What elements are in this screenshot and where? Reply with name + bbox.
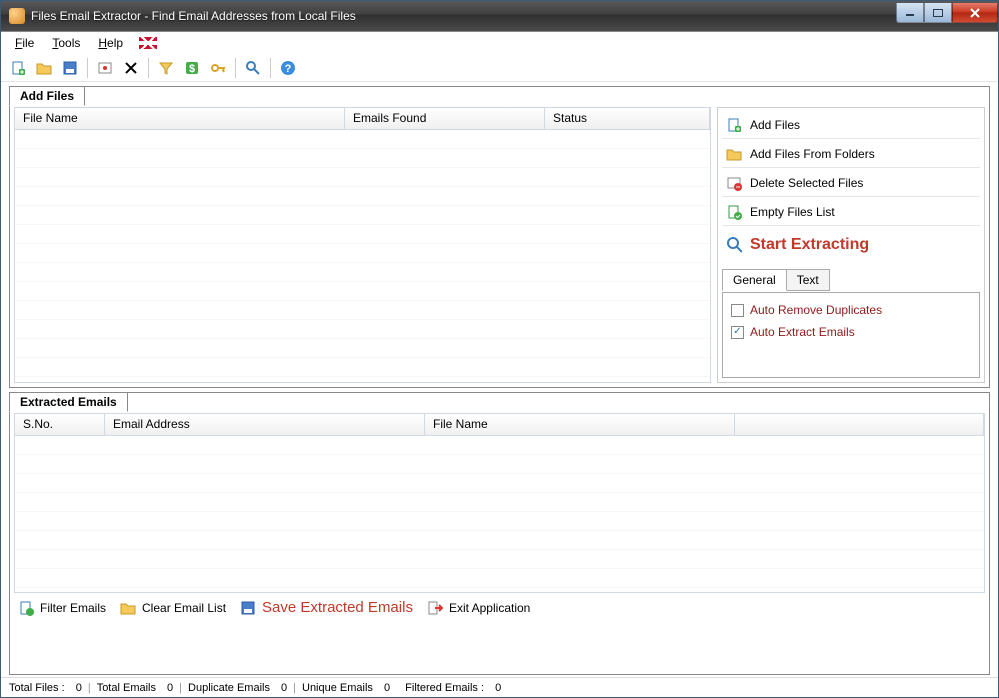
add-file-icon[interactable] bbox=[7, 57, 29, 79]
status-uniq-value: 0 bbox=[384, 682, 390, 694]
client-area: File Tools Help $ ? Add Files bbox=[1, 31, 998, 697]
clear-email-label: Clear Email List bbox=[142, 601, 226, 615]
bottom-actions: Filter Emails Clear Email List Save Extr… bbox=[14, 593, 985, 618]
delete-icon[interactable] bbox=[120, 57, 142, 79]
opt-remove-duplicates[interactable]: Auto Remove Duplicates bbox=[731, 303, 971, 317]
col-spacer bbox=[735, 414, 984, 435]
col-status[interactable]: Status bbox=[545, 108, 710, 129]
status-total-emails-label: Total Emails bbox=[97, 682, 156, 694]
save-icon bbox=[240, 600, 256, 616]
svg-text:$: $ bbox=[189, 63, 195, 75]
status-dup-label: Duplicate Emails bbox=[188, 682, 270, 694]
save-extracted-label: Save Extracted Emails bbox=[262, 599, 413, 616]
side-add-from-folders[interactable]: Add Files From Folders bbox=[722, 141, 980, 168]
add-files-group: Add Files File Name Emails Found Status bbox=[9, 86, 990, 388]
tab-text[interactable]: Text bbox=[786, 269, 830, 291]
emails-table[interactable]: S.No. Email Address File Name bbox=[14, 413, 985, 593]
side-add-folders-label: Add Files From Folders bbox=[750, 147, 875, 161]
side-add-files[interactable]: Add Files bbox=[722, 112, 980, 139]
folder-icon bbox=[726, 146, 742, 162]
side-delete-selected[interactable]: Delete Selected Files bbox=[722, 170, 980, 197]
magnify-icon bbox=[726, 237, 742, 253]
emails-table-body bbox=[15, 436, 984, 592]
save-icon[interactable] bbox=[59, 57, 81, 79]
side-panel: Add Files Add Files From Folders Delete … bbox=[717, 107, 985, 383]
key-icon[interactable] bbox=[207, 57, 229, 79]
side-start-extracting[interactable]: Start Extracting bbox=[722, 228, 980, 262]
extracted-tab: Extracted Emails bbox=[9, 392, 128, 412]
help-icon[interactable]: ? bbox=[277, 57, 299, 79]
side-start-label: Start Extracting bbox=[750, 236, 869, 254]
add-file-icon bbox=[726, 117, 742, 133]
app-icon bbox=[9, 8, 25, 24]
toolbar: $ ? bbox=[1, 54, 998, 82]
window-controls bbox=[896, 3, 998, 23]
extracted-emails-group: Extracted Emails S.No. Email Address Fil… bbox=[9, 392, 990, 675]
col-email-address[interactable]: Email Address bbox=[105, 414, 425, 435]
exit-label: Exit Application bbox=[449, 601, 530, 615]
status-total-files-value: 0 bbox=[76, 682, 82, 694]
settings-icon[interactable] bbox=[94, 57, 116, 79]
empty-icon bbox=[726, 204, 742, 220]
save-extracted-button[interactable]: Save Extracted Emails bbox=[240, 599, 413, 616]
maximize-button[interactable] bbox=[924, 3, 952, 23]
filter-emails-label: Filter Emails bbox=[40, 601, 106, 615]
exit-icon bbox=[427, 600, 443, 616]
option-tabs: General Text bbox=[722, 268, 980, 290]
menu-help[interactable]: Help bbox=[90, 34, 131, 52]
app-window: Files Email Extractor - Find Email Addre… bbox=[0, 0, 999, 698]
menu-tools[interactable]: Tools bbox=[44, 34, 88, 52]
options-panel: Auto Remove Duplicates Auto Extract Emai… bbox=[722, 292, 980, 378]
status-filt-label: Filtered Emails : bbox=[405, 682, 484, 694]
menubar: File Tools Help bbox=[1, 32, 998, 54]
col-file-name[interactable]: File Name bbox=[15, 108, 345, 129]
content: Add Files File Name Emails Found Status bbox=[1, 82, 998, 677]
window-title: Files Email Extractor - Find Email Addre… bbox=[31, 9, 896, 23]
exit-application-button[interactable]: Exit Application bbox=[427, 600, 530, 616]
status-total-files-label: Total Files : bbox=[9, 682, 65, 694]
delete-icon bbox=[726, 175, 742, 191]
status-filt-value: 0 bbox=[495, 682, 501, 694]
col-sno[interactable]: S.No. bbox=[15, 414, 105, 435]
dollar-icon[interactable]: $ bbox=[181, 57, 203, 79]
add-folder-icon[interactable] bbox=[33, 57, 55, 79]
svg-text:?: ? bbox=[285, 63, 292, 75]
filter-doc-icon bbox=[18, 600, 34, 616]
status-uniq-label: Unique Emails bbox=[302, 682, 373, 694]
tab-general[interactable]: General bbox=[722, 269, 787, 291]
checkbox-unchecked-icon bbox=[731, 304, 744, 317]
side-empty-list[interactable]: Empty Files List bbox=[722, 199, 980, 226]
col-email-filename[interactable]: File Name bbox=[425, 414, 735, 435]
files-table[interactable]: File Name Emails Found Status bbox=[14, 107, 711, 383]
side-empty-label: Empty Files List bbox=[750, 205, 835, 219]
filter-icon[interactable] bbox=[155, 57, 177, 79]
statusbar: Total Files : 0 | Total Emails 0 | Dupli… bbox=[1, 677, 998, 697]
side-add-files-label: Add Files bbox=[750, 118, 800, 132]
filter-emails-button[interactable]: Filter Emails bbox=[18, 600, 106, 616]
minimize-button[interactable] bbox=[896, 3, 924, 23]
search-icon[interactable] bbox=[242, 57, 264, 79]
menu-file[interactable]: File bbox=[7, 34, 42, 52]
checkbox-checked-icon bbox=[731, 326, 744, 339]
folder-icon bbox=[120, 600, 136, 616]
clear-email-list-button[interactable]: Clear Email List bbox=[120, 600, 226, 616]
status-total-emails-value: 0 bbox=[167, 682, 173, 694]
opt-auto-extract-label: Auto Extract Emails bbox=[750, 325, 855, 339]
opt-remove-dup-label: Auto Remove Duplicates bbox=[750, 303, 882, 317]
opt-auto-extract[interactable]: Auto Extract Emails bbox=[731, 325, 971, 339]
close-button[interactable] bbox=[952, 3, 998, 23]
files-table-wrap: File Name Emails Found Status bbox=[14, 107, 711, 383]
status-dup-value: 0 bbox=[281, 682, 287, 694]
flag-icon[interactable] bbox=[139, 37, 157, 49]
add-files-tab: Add Files bbox=[9, 86, 85, 106]
col-emails-found[interactable]: Emails Found bbox=[345, 108, 545, 129]
titlebar: Files Email Extractor - Find Email Addre… bbox=[1, 1, 998, 31]
side-delete-label: Delete Selected Files bbox=[750, 176, 863, 190]
files-table-body bbox=[15, 130, 710, 382]
